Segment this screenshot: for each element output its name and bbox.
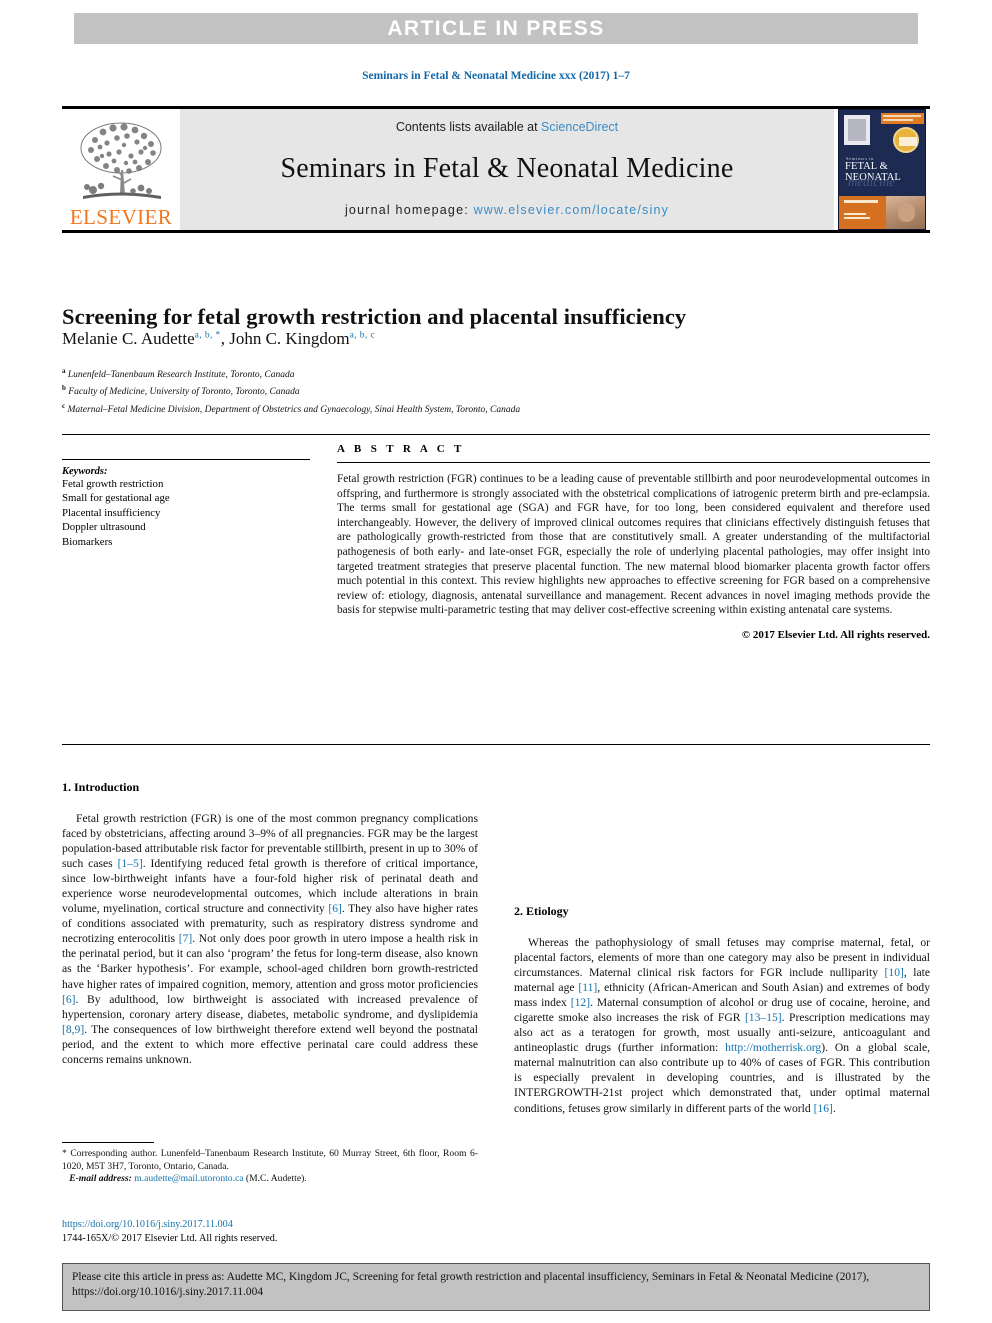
journal-homepage-link[interactable]: www.elsevier.com/locate/siny: [474, 203, 669, 217]
abstract-block: Keywords: Fetal growth restriction Small…: [62, 434, 930, 641]
cover-orange-line-3: [844, 217, 870, 219]
masthead-center: Contents lists available at ScienceDirec…: [180, 109, 834, 230]
intro-text-e: . By adulthood, low birthweight is assoc…: [62, 992, 478, 1021]
etiology-paragraph: Whereas the pathophysiology of small fet…: [514, 935, 930, 1116]
journal-cover-image: Seminars in FETAL & NEONATAL medicine: [838, 109, 926, 230]
etiology-text-a: Whereas the pathophysiology of small fet…: [514, 936, 930, 980]
section-heading-introduction: 1. Introduction: [62, 780, 140, 794]
author-name-2: John C. Kingdom: [229, 329, 350, 348]
abstract-copyright: © 2017 Elsevier Ltd. All rights reserved…: [741, 628, 930, 641]
cite-this-article-box: Please cite this article in press as: Au…: [62, 1263, 930, 1311]
keyword-item: Biomarkers: [62, 535, 113, 548]
contents-lists-line: Contents lists available at ScienceDirec…: [396, 120, 618, 134]
author-list: Melanie C. Audettea, b, *, John C. Kingd…: [62, 329, 930, 349]
affiliation-item: c Maternal–Fetal Medicine Division, Depa…: [62, 400, 930, 417]
cover-seal-badge: [893, 127, 919, 153]
author-marks-1: a, b, *: [194, 330, 221, 341]
abstract-text: Fetal growth restriction (FGR) continues…: [337, 473, 930, 617]
article-in-press-banner: ARTICLE IN PRESS: [74, 13, 918, 44]
elsevier-tree-icon: [80, 122, 162, 199]
author-separator: ,: [220, 329, 230, 348]
citation-ref[interactable]: [11]: [578, 981, 597, 994]
affiliation-mark: c: [62, 401, 66, 410]
journal-title: Seminars in Fetal & Neonatal Medicine: [280, 152, 734, 184]
email-label: E-mail address:: [69, 1173, 132, 1185]
affiliation-item: b Faculty of Medicine, University of Tor…: [62, 382, 930, 399]
abstract-bottom-rule: [62, 744, 930, 745]
doi-link[interactable]: https://doi.org/10.1016/j.siny.2017.11.0…: [62, 1218, 478, 1232]
cover-top-bar-line-1: [883, 115, 921, 117]
section-heading-etiology: 2. Etiology: [514, 904, 569, 918]
corresponding-author-note: * Corresponding author. Lunenfeld–Tanenb…: [62, 1148, 478, 1186]
citation-ref[interactable]: [13–15]: [745, 1011, 782, 1024]
intro-text-f: . The consequences of low birthweight th…: [62, 1022, 478, 1066]
journal-masthead: ELSEVIER Contents lists available at Sci…: [62, 106, 930, 233]
author-name-1: Melanie C. Audette: [62, 329, 195, 348]
citation-ref[interactable]: [16]: [814, 1102, 833, 1115]
cover-elsevier-mark: [844, 115, 870, 145]
citation-ref[interactable]: [6]: [328, 902, 342, 915]
citation-ref[interactable]: [8,9]: [62, 1023, 84, 1036]
email-link[interactable]: m.audette@mail.utoronto.ca: [134, 1173, 243, 1184]
right-column-continued-paragraph-wrap: .: [514, 780, 930, 803]
page-title: Screening for fetal growth restriction a…: [62, 304, 687, 330]
elsevier-logo: ELSEVIER: [62, 109, 180, 230]
journal-reference-line: Seminars in Fetal & Neonatal Medicine xx…: [362, 70, 630, 82]
footnote-block: * Corresponding author. Lunenfeld–Tanenb…: [62, 1142, 478, 1186]
issn-copyright-line: 1744-165X/© 2017 Elsevier Ltd. All right…: [62, 1232, 278, 1244]
affiliation-list: a Lunenfeld–Tanenbaum Research Institute…: [62, 365, 930, 417]
keywords-rule: [62, 459, 310, 460]
affiliation-text: Faculty of Medicine, University of Toron…: [68, 387, 300, 398]
cover-orange-line-2: [844, 213, 866, 215]
author-marks-2: a, b, c: [349, 330, 376, 341]
affiliation-item: a Lunenfeld–Tanenbaum Research Institute…: [62, 365, 930, 382]
keywords-list: Fetal growth restriction Small for gesta…: [62, 477, 319, 549]
keyword-item: Placental insufficiency: [62, 506, 161, 519]
keyword-item: Doppler ultrasound: [62, 521, 146, 534]
cite-this-article-text: Please cite this article in press as: Au…: [72, 1271, 870, 1299]
cover-infant-photo: [886, 196, 925, 229]
affiliation-text: Lunenfeld–Tanenbaum Research Institute, …: [67, 370, 295, 381]
citation-ref[interactable]: [10]: [885, 966, 904, 979]
affiliation-mark: a: [62, 367, 66, 375]
citation-ref[interactable]: [6]: [62, 993, 76, 1006]
footnote-rule: [62, 1142, 154, 1143]
corresponding-author-text: Corresponding author. Lunenfeld–Tanenbau…: [62, 1148, 478, 1172]
homepage-prefix: journal homepage:: [344, 203, 474, 217]
cover-top-bar-line-2: [883, 119, 913, 121]
sciencedirect-link[interactable]: ScienceDirect: [541, 120, 618, 134]
doi-block: https://doi.org/10.1016/j.siny.2017.11.0…: [62, 1218, 478, 1245]
elsevier-wordmark: ELSEVIER: [69, 205, 173, 229]
cover-script-line: medicine: [848, 174, 895, 189]
intro-paragraph: Fetal growth restriction (FGR) is one of…: [62, 811, 478, 1067]
right-column: 2. Etiology Whereas the pathophysiology …: [514, 780, 930, 1250]
keyword-item: Small for gestational age: [62, 492, 170, 505]
affiliation-text: Maternal–Fetal Medicine Division, Depart…: [67, 404, 521, 415]
keyword-item: Fetal growth restriction: [62, 478, 164, 490]
journal-homepage-line: journal homepage: www.elsevier.com/locat…: [345, 203, 669, 217]
citation-ref[interactable]: [1–5]: [118, 857, 143, 870]
email-suffix: (M.C. Audette).: [243, 1173, 307, 1185]
abstract-heading: A B S T R A C T: [337, 443, 465, 455]
abstract-column: A B S T R A C T Fetal growth restriction…: [337, 435, 930, 641]
affiliation-mark: b: [62, 384, 66, 393]
etiology-text-g: .: [832, 1101, 836, 1115]
article-in-press-label: ARTICLE IN PRESS: [387, 16, 605, 40]
keywords-heading: Keywords:: [62, 466, 108, 477]
cover-orange-line-1: [844, 200, 878, 203]
abstract-rule: [337, 462, 930, 463]
keywords-column: Keywords: Fetal growth restriction Small…: [62, 435, 337, 641]
contents-prefix: Contents lists available at: [395, 120, 542, 134]
citation-ref[interactable]: [12]: [571, 996, 590, 1009]
motherrisk-link[interactable]: http://motherrisk.org: [725, 1041, 821, 1054]
citation-ref[interactable]: [7]: [179, 932, 193, 945]
journal-cover-thumbnail: Seminars in FETAL & NEONATAL medicine: [834, 109, 930, 230]
